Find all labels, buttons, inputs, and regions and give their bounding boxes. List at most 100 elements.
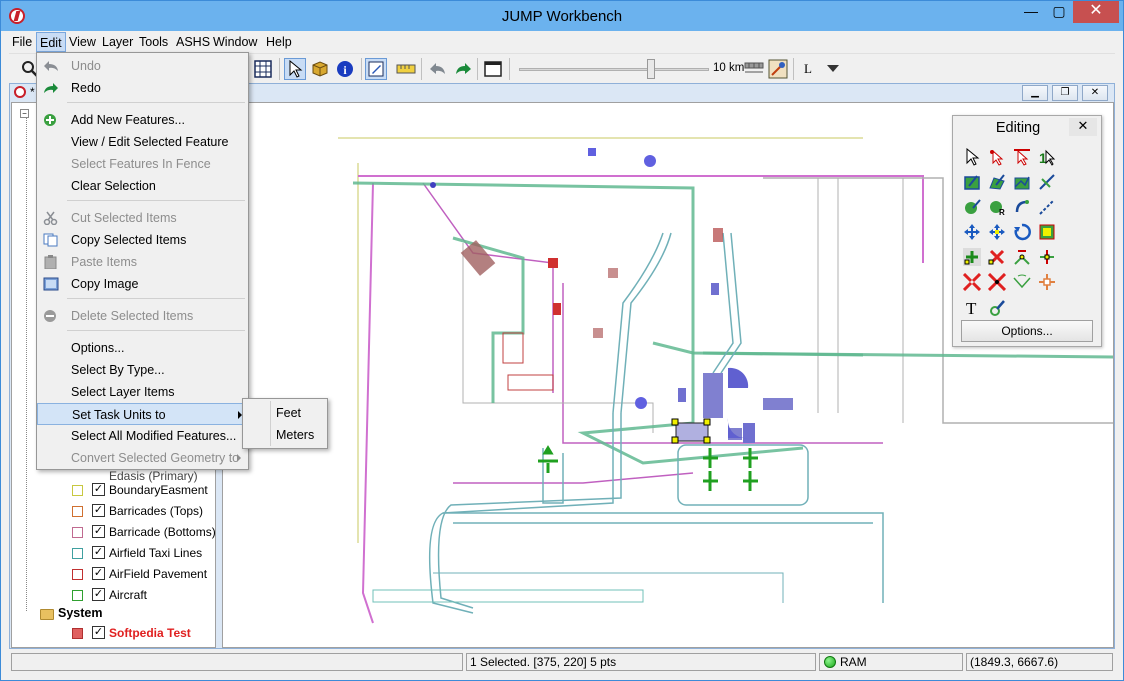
select-attribute-icon[interactable]: 1 xyxy=(1036,146,1058,168)
map-tools-icon[interactable] xyxy=(767,58,789,80)
menu-item-undo[interactable]: Undo xyxy=(37,55,248,77)
menu-item-convert-selected-geometry[interactable]: Convert Selected Geometry to xyxy=(37,447,248,469)
submenu-item-feet[interactable]: Feet xyxy=(243,402,327,424)
svg-text:T: T xyxy=(966,299,977,316)
svg-text:R: R xyxy=(999,208,1005,216)
draw-arc-icon[interactable] xyxy=(1011,196,1033,218)
layer-row-boundaryeasment[interactable]: ✓ BoundaryEasment xyxy=(12,480,212,501)
layer-checkbox[interactable]: ✓ xyxy=(92,525,105,538)
menu-layer[interactable]: Layer xyxy=(99,32,136,52)
layer-checkbox[interactable]: ✓ xyxy=(92,567,105,580)
move-feature-icon[interactable] xyxy=(986,221,1008,243)
menu-item-options[interactable]: Options... xyxy=(37,337,248,359)
layer-row-barricade-bottoms[interactable]: ✓ Barricade (Bottoms) xyxy=(12,522,216,543)
draw-circle-icon[interactable]: R xyxy=(986,196,1008,218)
extend-icon[interactable] xyxy=(1036,221,1058,243)
grid-icon[interactable] xyxy=(252,58,274,80)
editing-options-button[interactable]: Options... xyxy=(961,320,1093,342)
menu-item-delete-selected-items[interactable]: Delete Selected Items xyxy=(37,305,248,327)
box-3d-icon[interactable] xyxy=(309,58,331,80)
draw-linestring-icon[interactable] xyxy=(1011,171,1033,193)
select-part-icon[interactable] xyxy=(986,146,1008,168)
menu-item-select-by-type[interactable]: Select By Type... xyxy=(37,359,248,381)
redo-icon[interactable] xyxy=(452,58,474,80)
undo-icon[interactable] xyxy=(427,58,449,80)
mode-letter[interactable]: L xyxy=(804,61,812,77)
menu-item-add-new-features[interactable]: Add New Features... xyxy=(37,109,248,131)
layer-swatch xyxy=(72,548,83,559)
task-minimize-button[interactable]: ▁ xyxy=(1022,85,1048,101)
scale-slider-track[interactable] xyxy=(519,68,709,71)
split-line-icon[interactable] xyxy=(1011,246,1033,268)
menu-ashs[interactable]: ASHS xyxy=(173,32,213,52)
task-restore-button[interactable]: ❐ xyxy=(1052,85,1078,101)
select-tool-icon[interactable] xyxy=(961,146,983,168)
menu-item-cut-selected-items[interactable]: Cut Selected Items xyxy=(37,207,248,229)
layer-row-aircraft[interactable]: ✓ Aircraft xyxy=(12,585,212,606)
layer-row-barricades-tops[interactable]: ✓ Barricades (Tops) xyxy=(12,501,212,522)
toolbar-dropdown-arrow-icon[interactable] xyxy=(827,65,839,72)
layer-group-system[interactable]: System xyxy=(12,604,212,625)
menu-edit[interactable]: Edit xyxy=(36,32,66,52)
menu-item-set-task-units[interactable]: Set Task Units to xyxy=(37,403,248,425)
close-button[interactable]: ✕ xyxy=(1073,1,1119,23)
menu-tools[interactable]: Tools xyxy=(136,32,171,52)
delete-vertex-icon[interactable] xyxy=(986,246,1008,268)
menu-item-view-edit-selected-feature[interactable]: View / Edit Selected Feature xyxy=(37,131,248,153)
select-line-string-icon[interactable] xyxy=(1011,146,1033,168)
maximize-button[interactable]: ▢ xyxy=(1045,1,1073,23)
menu-item-select-all-modified-features[interactable]: Select All Modified Features... xyxy=(37,425,248,447)
menu-help[interactable]: Help xyxy=(263,32,295,52)
layer-row-softpedia-test[interactable]: ✓ Softpedia Test xyxy=(12,623,212,644)
menu-item-copy-selected-items[interactable]: Copy Selected Items xyxy=(37,229,248,251)
menu-view[interactable]: View xyxy=(66,32,99,52)
node-icon[interactable] xyxy=(1036,271,1058,293)
image-icon xyxy=(43,277,59,291)
menu-item-clear-selection[interactable]: Clear Selection xyxy=(37,175,248,197)
scale-label: 10 km xyxy=(713,62,745,74)
insert-vertex-icon[interactable] xyxy=(961,246,983,268)
delete-icon xyxy=(43,309,59,323)
info-icon[interactable]: i xyxy=(334,58,356,80)
scale-slider-thumb[interactable] xyxy=(647,59,655,79)
layer-checkbox[interactable]: ✓ xyxy=(92,483,105,496)
menu-item-copy-image[interactable]: Copy Image xyxy=(37,273,248,295)
layer-label: AirField Pavement xyxy=(109,567,208,581)
select-pointer-icon[interactable] xyxy=(284,58,306,80)
layer-checkbox[interactable]: ✓ xyxy=(92,546,105,559)
layer-checkbox[interactable]: ✓ xyxy=(92,588,105,601)
dimension-tool-icon[interactable] xyxy=(986,296,1008,318)
menu-item-select-features-in-fence[interactable]: Select Features In Fence xyxy=(37,153,248,175)
menu-file[interactable]: File xyxy=(9,32,35,52)
layer-swatch xyxy=(72,628,83,639)
editing-palette-close-button[interactable]: ✕ xyxy=(1069,118,1097,136)
draw-polygon-icon[interactable] xyxy=(986,171,1008,193)
menu-item-select-layer-items[interactable]: Select Layer Items xyxy=(37,381,248,403)
draw-point-icon[interactable] xyxy=(961,196,983,218)
layer-swatch xyxy=(72,527,83,538)
layer-checkbox[interactable]: ✓ xyxy=(92,504,105,517)
move-vertex-icon[interactable] xyxy=(961,221,983,243)
draw-line-icon[interactable] xyxy=(1036,171,1058,193)
split-polygon-icon[interactable] xyxy=(1036,246,1058,268)
text-tool-icon[interactable]: T xyxy=(961,296,983,318)
layer-label: BoundaryEasment xyxy=(109,483,208,497)
rotate-icon[interactable] xyxy=(1011,221,1033,243)
layer-row-airfield-pavement[interactable]: ✓ AirField Pavement xyxy=(12,564,212,585)
draw-segment-icon[interactable] xyxy=(1036,196,1058,218)
task-close-button[interactable]: ✕ xyxy=(1082,85,1108,101)
snap-to-vertex-icon[interactable] xyxy=(986,271,1008,293)
layer-checkbox[interactable]: ✓ xyxy=(92,626,105,639)
submenu-item-meters[interactable]: Meters xyxy=(243,424,327,446)
ruler-icon[interactable] xyxy=(395,58,417,80)
menu-item-redo[interactable]: Redo xyxy=(37,77,248,99)
auto-complete-icon[interactable] xyxy=(1011,271,1033,293)
menu-window[interactable]: Window xyxy=(210,32,260,52)
minimize-button[interactable]: — xyxy=(1017,1,1045,23)
edit-toggle-icon[interactable] xyxy=(365,58,387,80)
snap-vertices-icon[interactable] xyxy=(961,271,983,293)
menu-item-paste-items[interactable]: Paste Items xyxy=(37,251,248,273)
window-icon[interactable] xyxy=(482,58,504,80)
layer-row-airfield-taxi-lines[interactable]: ✓ Airfield Taxi Lines xyxy=(12,543,212,564)
draw-rectangle-icon[interactable] xyxy=(961,171,983,193)
